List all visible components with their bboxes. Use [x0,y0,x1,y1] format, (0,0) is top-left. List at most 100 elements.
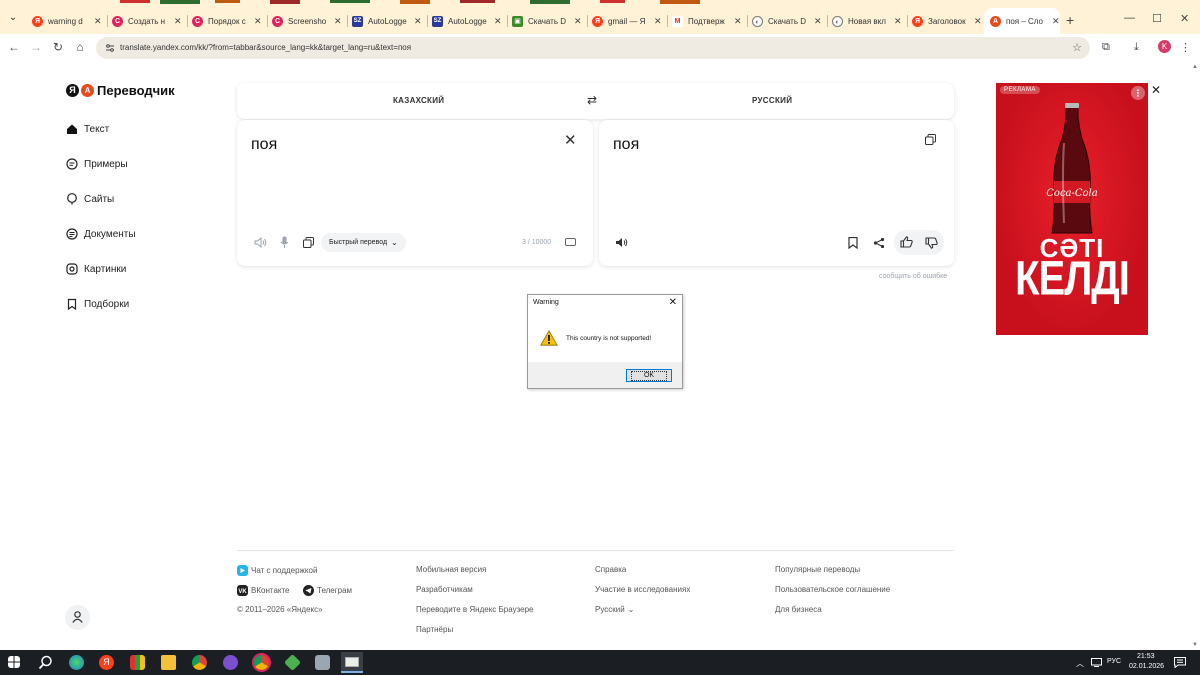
report-error-link[interactable]: сообщить об ошибке [879,273,947,280]
tab-close-icon[interactable]: ✕ [814,16,822,27]
footer-link-business[interactable]: Для бизнеса [775,605,822,614]
file-explorer-icon[interactable] [161,655,176,670]
share-icon[interactable] [873,237,885,249]
ad-menu-icon[interactable]: ⋮ [1131,86,1145,100]
browser-menu-icon[interactable]: ⋮ [1180,41,1191,54]
sidebar-item-sites[interactable]: Сайты [66,193,114,205]
minimize-icon[interactable]: — [1124,12,1135,24]
footer-link-research[interactable]: Участие в исследованиях [595,585,690,594]
browser-tab[interactable]: Я Заголовок ✕ [906,10,984,32]
tab-close-icon[interactable]: ✕ [414,16,422,27]
footer-link-developers[interactable]: Разработчикам [416,585,473,594]
home-icon[interactable]: ⌂ [72,40,88,54]
browser-tab[interactable]: Я warning d ✕ [26,10,108,32]
browser-tab[interactable]: C Создать н ✕ [106,10,188,32]
footer-link-telegram[interactable]: Телеграм [303,585,352,596]
ad-close-icon[interactable]: ✕ [1151,83,1161,97]
reload-icon[interactable]: ↻ [50,40,66,54]
url-bar[interactable]: translate.yandex.com/kk/?from=tabbar&sou… [96,37,1090,59]
clear-text-icon[interactable]: ✕ [564,131,577,149]
thumbs-down-icon[interactable] [925,237,938,249]
tab-close-icon[interactable]: ✕ [1052,16,1060,27]
speaker-icon[interactable] [615,237,628,248]
keyboard-icon[interactable] [565,238,576,246]
close-window-icon[interactable]: ✕ [1180,12,1189,25]
dialog-close-icon[interactable]: ✕ [669,297,677,308]
browser-tab-active[interactable]: A поя – Сло ✕ [984,8,1060,34]
footer-link-browser[interactable]: Переводите в Яндекс Браузере [416,605,534,614]
monitor-icon[interactable] [1091,658,1102,667]
notifications-icon[interactable] [1174,657,1186,668]
chrome-profile-icon[interactable] [254,655,269,670]
browser-tab[interactable]: ◐ Новая вкл ✕ [826,10,908,32]
tab-close-icon[interactable]: ✕ [494,16,502,27]
browser-tab[interactable]: ◐ Скачать D ✕ [746,10,828,32]
maximize-icon[interactable]: ☐ [1152,12,1162,25]
source-language-button[interactable]: КАЗАХСКИЙ [393,96,444,105]
advertisement-banner[interactable]: РЕКЛАМА ⋮ Coca-Cola СƏТІ КЕЛДІ [996,83,1148,335]
browser-tab[interactable]: C Screensho ✕ [266,10,348,32]
browser-tab[interactable]: SZ AutoLogge ✕ [346,10,428,32]
app-icon[interactable] [130,655,145,670]
new-tab-button[interactable]: + [1066,12,1074,28]
footer-link-support-chat[interactable]: Чат с поддержкой [237,565,317,576]
browser-tab[interactable]: ▣ Скачать D ✕ [506,10,588,32]
extensions-icon[interactable]: ⧉ [1102,41,1110,54]
downloads-icon[interactable]: ⤓ [1134,41,1139,54]
tab-search-dropdown[interactable]: ⌄ [6,11,20,25]
chrome-icon[interactable] [192,655,207,670]
footer-link-popular[interactable]: Популярные переводы [775,565,860,574]
active-app-icon[interactable] [341,652,363,673]
site-info-icon[interactable] [105,43,115,53]
tab-close-icon[interactable]: ✕ [174,16,182,27]
browser-tab[interactable]: C Порядок с ✕ [186,10,268,32]
tab-close-icon[interactable]: ✕ [94,16,102,27]
footer-link-mobile[interactable]: Мобильная версия [416,565,486,574]
tab-close-icon[interactable]: ✕ [734,16,742,27]
yandex-browser-icon[interactable]: Я [99,655,114,670]
source-text-input[interactable]: поя [251,136,277,154]
copy-icon[interactable] [303,237,314,248]
footer-link-partners[interactable]: Партнёры [416,625,453,634]
footer-link-vk[interactable]: VK ВКонтакте [237,585,290,596]
user-account-button[interactable] [65,605,90,630]
tab-close-icon[interactable]: ✕ [254,16,262,27]
ok-button[interactable]: OK [626,369,672,382]
swap-languages-icon[interactable]: ⇄ [587,93,597,107]
browser-tab[interactable]: Я gmail — Я ✕ [586,10,668,32]
speaker-icon[interactable] [254,237,267,248]
tab-close-icon[interactable]: ✕ [894,16,902,27]
microphone-icon[interactable] [280,236,289,249]
tab-close-icon[interactable]: ✕ [334,16,342,27]
browser-tab[interactable]: M Подтверж ✕ [666,10,748,32]
clock-time[interactable]: 21:53 [1137,653,1155,660]
bookmark-icon[interactable] [848,237,858,249]
clock-date[interactable]: 02.01.2026 [1129,663,1164,670]
tab-close-icon[interactable]: ✕ [974,16,982,27]
input-language[interactable]: РУС [1107,658,1121,665]
fast-translate-dropdown[interactable]: Быстрый перевод ⌄ [321,233,406,252]
sidebar-item-examples[interactable]: Примеры [66,158,128,170]
scroll-down-icon[interactable]: ▼ [1192,642,1198,648]
tab-close-icon[interactable]: ✕ [574,16,582,27]
sidebar-item-documents[interactable]: Документы [66,228,136,240]
search-icon[interactable] [38,655,53,670]
app-icon[interactable] [284,654,301,671]
sidebar-item-images[interactable]: Картинки [66,263,126,275]
bookmark-star-icon[interactable]: ☆ [1072,37,1082,59]
app-icon[interactable] [223,655,238,670]
app-icon[interactable] [315,655,330,670]
yandex-translate-logo[interactable]: Я A Переводчик [66,83,175,98]
sidebar-item-collections[interactable]: Подборки [66,298,129,310]
sidebar-item-text[interactable]: Текст [66,123,109,135]
profile-avatar[interactable]: K [1158,40,1171,53]
edge-icon[interactable] [69,655,84,670]
tab-close-icon[interactable]: ✕ [654,16,662,27]
footer-language-select[interactable]: Русский ⌄ [595,605,634,614]
footer-link-agreement[interactable]: Пользовательское соглашение [775,585,890,594]
forward-icon[interactable]: → [28,40,44,54]
copy-translation-icon[interactable] [925,134,936,145]
scroll-up-icon[interactable]: ▲ [1192,64,1198,70]
browser-tab[interactable]: SZ AutoLogge ✕ [426,10,508,32]
thumbs-up-icon[interactable] [900,236,913,248]
